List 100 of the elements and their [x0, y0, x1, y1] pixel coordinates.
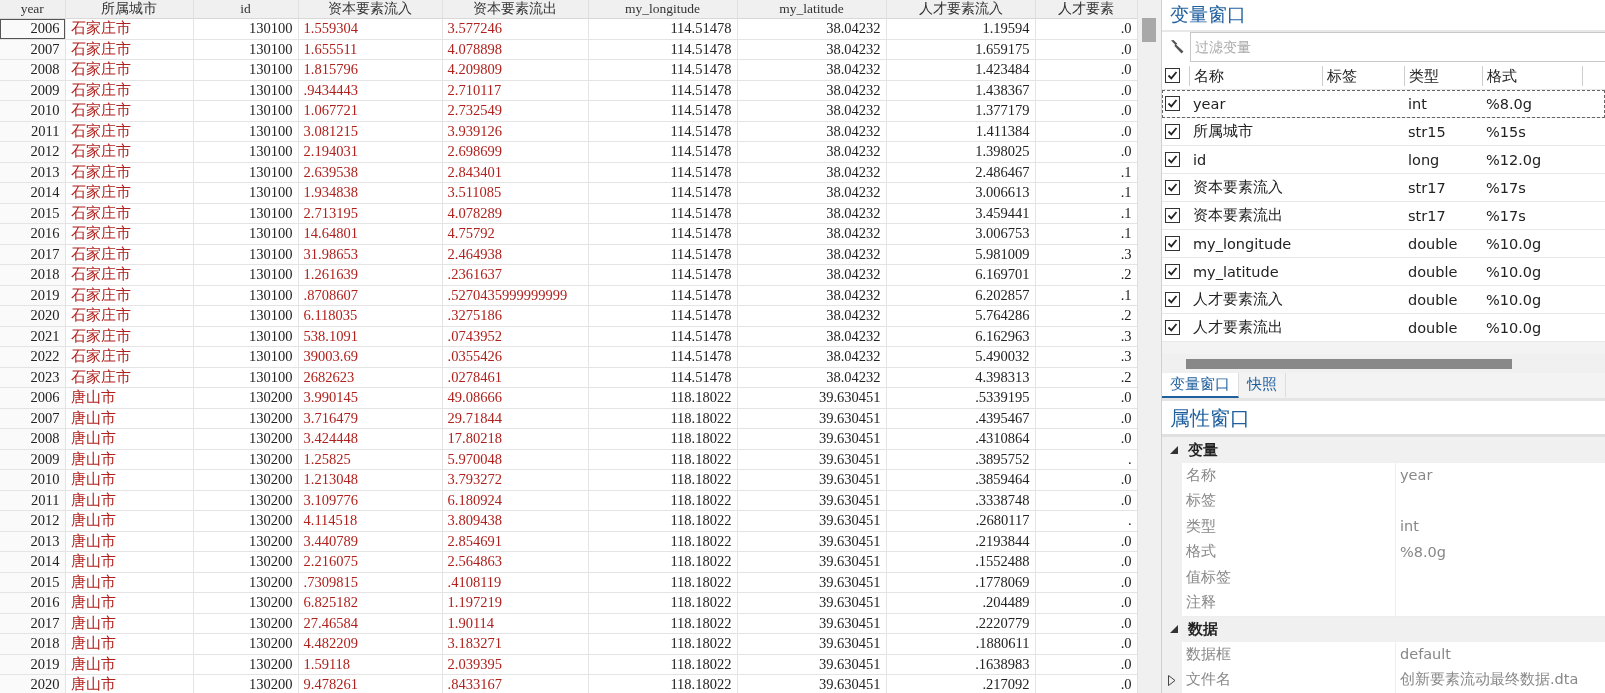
- table-cell: .0743952: [442, 326, 588, 347]
- table-cell: 1.25825: [298, 449, 442, 470]
- table-cell: 3.793272: [442, 469, 588, 490]
- property-value: year: [1396, 462, 1605, 489]
- checkbox[interactable]: [1165, 264, 1180, 279]
- checkbox[interactable]: [1165, 320, 1180, 335]
- variable-row[interactable]: id long %12.0g: [1162, 146, 1605, 174]
- table-cell: 39.630451: [737, 469, 886, 490]
- table-cell: 1.197219: [442, 592, 588, 613]
- table-cell: 2.486467: [886, 162, 1035, 183]
- collapse-triangle-icon[interactable]: [1170, 446, 1178, 454]
- table-cell: 3.440789: [298, 531, 442, 552]
- variable-row[interactable]: 资本要素流出 str17 %17s: [1162, 202, 1605, 230]
- variable-name: 资本要素流入: [1192, 178, 1284, 197]
- table-cell: 1.934838: [298, 182, 442, 203]
- column-header[interactable]: 资本要素流出: [442, 0, 588, 19]
- column-header[interactable]: year: [0, 0, 65, 19]
- table-cell: 38.04232: [737, 367, 886, 388]
- table-cell: 118.18022: [588, 551, 737, 572]
- table-cell: 2009: [0, 449, 65, 470]
- expand-triangle-icon[interactable]: [1168, 674, 1176, 686]
- column-header[interactable]: 资本要素流入: [298, 0, 442, 19]
- wrench-icon[interactable]: [1168, 38, 1186, 56]
- table-cell: 5.981009: [886, 244, 1035, 265]
- checkbox[interactable]: [1165, 68, 1180, 83]
- variable-row[interactable]: 人才要素流出 double %10.0g: [1162, 314, 1605, 342]
- column-header[interactable]: id: [193, 0, 298, 19]
- table-cell: 石家庄市: [65, 326, 193, 347]
- column-header[interactable]: my_longitude: [588, 0, 737, 19]
- table-cell: 130100: [193, 244, 298, 265]
- table-cell: 118.18022: [588, 408, 737, 429]
- table-cell: 1.411384: [886, 121, 1035, 142]
- column-header[interactable]: 名称: [1189, 65, 1322, 86]
- table-cell: 2009: [0, 80, 65, 101]
- variable-name: my_latitude: [1192, 263, 1280, 280]
- tab[interactable]: 快照: [1239, 373, 1286, 398]
- panel-title: 属性窗口: [1162, 401, 1605, 434]
- table-cell: 130100: [193, 59, 298, 80]
- variable-name: my_longitude: [1192, 235, 1293, 252]
- tab[interactable]: 变量窗口: [1162, 373, 1239, 398]
- checkbox[interactable]: [1165, 180, 1180, 195]
- checkbox[interactable]: [1165, 292, 1180, 307]
- column-header[interactable]: 人才要素: [1035, 0, 1137, 19]
- variable-row[interactable]: my_longitude double %10.0g: [1162, 230, 1605, 258]
- table-cell: 4.482209: [298, 633, 442, 654]
- column-header[interactable]: 标签: [1322, 65, 1404, 86]
- table-cell: 石家庄市: [65, 121, 193, 142]
- table-cell: 唐山市: [65, 449, 193, 470]
- scrollbar-thumb[interactable]: [1142, 18, 1156, 42]
- checkbox[interactable]: [1165, 152, 1180, 167]
- table-cell: 130100: [193, 305, 298, 326]
- property-name: 名称: [1182, 462, 1396, 489]
- variable-row[interactable]: my_latitude double %10.0g: [1162, 258, 1605, 286]
- table-cell: .1638983: [886, 654, 1035, 675]
- table-cell: 118.18022: [588, 510, 737, 531]
- column-header[interactable]: my_latitude: [737, 0, 886, 19]
- checkbox[interactable]: [1165, 96, 1180, 111]
- table-cell: 9.478261: [298, 674, 442, 693]
- filter-field[interactable]: 过滤变量: [1190, 32, 1605, 62]
- table-cell: 1.559304: [298, 18, 442, 39]
- column-header[interactable]: 格式: [1482, 65, 1582, 86]
- variable-name: 所属城市: [1192, 122, 1254, 141]
- table-cell: 2.639538: [298, 162, 442, 183]
- variable-format: %10.0g: [1485, 319, 1543, 336]
- table-cell: 3.577246: [442, 18, 588, 39]
- table-cell: 石家庄市: [65, 367, 193, 388]
- table-cell: 4.398313: [886, 367, 1035, 388]
- table-cell: 1.19594: [886, 18, 1035, 39]
- table-cell: 3.109776: [298, 490, 442, 511]
- column-header[interactable]: 所属城市: [65, 0, 193, 19]
- variable-row[interactable]: 人才要素流入 double %10.0g: [1162, 286, 1605, 314]
- checkbox[interactable]: [1165, 236, 1180, 251]
- variable-row[interactable]: 资本要素流入 str17 %17s: [1162, 174, 1605, 202]
- table-cell: 118.18022: [588, 428, 737, 449]
- table-cell: .2680117: [886, 510, 1035, 531]
- checkbox[interactable]: [1165, 208, 1180, 223]
- scrollbar-thumb[interactable]: [1186, 358, 1512, 369]
- table-cell: .3895752: [886, 449, 1035, 470]
- table-cell: 49.08666: [442, 387, 588, 408]
- table-cell: 3.424448: [298, 428, 442, 449]
- table-cell: 38.04232: [737, 121, 886, 142]
- table-cell: 石家庄市: [65, 264, 193, 285]
- checkbox[interactable]: [1165, 124, 1180, 139]
- table-cell: 2013: [0, 162, 65, 183]
- table-cell: .5339195: [886, 387, 1035, 408]
- table-cell: 1.438367: [886, 80, 1035, 101]
- variable-row[interactable]: year int %8.0g: [1162, 90, 1605, 118]
- table-cell: 114.51478: [588, 326, 737, 347]
- table-cell: 6.118035: [298, 305, 442, 326]
- property-name: 格式: [1182, 539, 1396, 566]
- collapse-triangle-icon[interactable]: [1170, 625, 1178, 633]
- table-cell: 38.04232: [737, 141, 886, 162]
- table-cell: 1.067721: [298, 100, 442, 121]
- table-cell: 31.98653: [298, 244, 442, 265]
- column-header[interactable]: 类型: [1404, 65, 1482, 86]
- variable-row[interactable]: 所属城市 str15 %15s: [1162, 118, 1605, 146]
- table-cell: 2010: [0, 469, 65, 490]
- table-cell: 2008: [0, 59, 65, 80]
- table-cell: 38.04232: [737, 264, 886, 285]
- column-header[interactable]: 人才要素流入: [886, 0, 1035, 19]
